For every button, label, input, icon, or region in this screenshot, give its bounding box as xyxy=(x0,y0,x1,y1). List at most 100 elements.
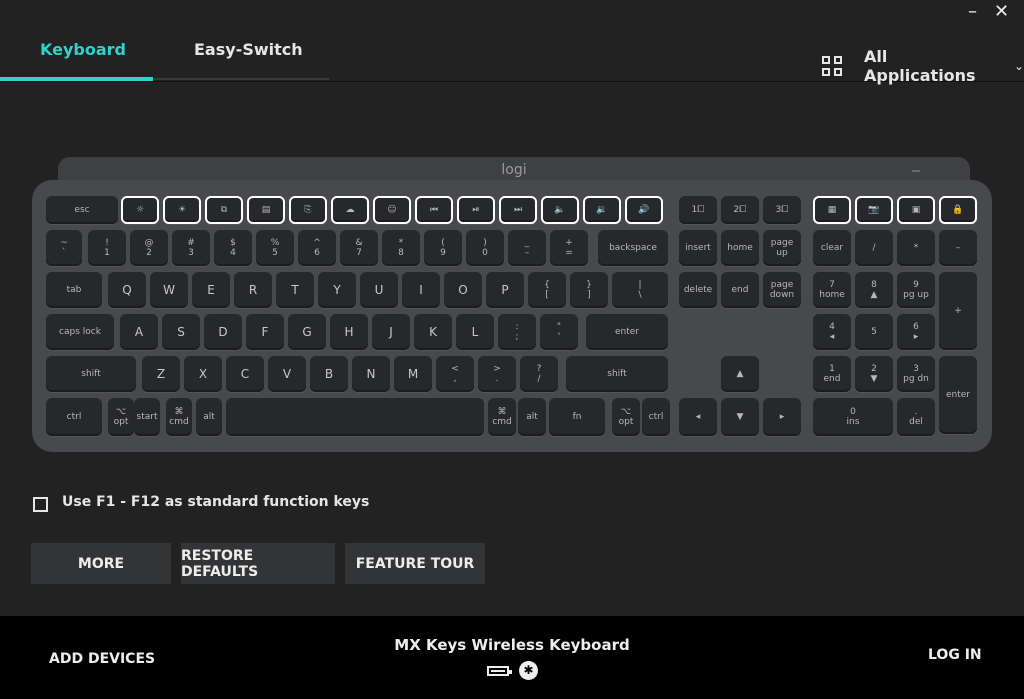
key[interactable]: ⌘ cmd xyxy=(488,398,516,436)
key[interactable]: 📷 xyxy=(855,196,893,224)
key[interactable]: B xyxy=(310,356,348,392)
key[interactable]: 5 xyxy=(855,314,893,350)
key[interactable]: 0 ins xyxy=(813,398,893,436)
key[interactable]: X xyxy=(184,356,222,392)
key[interactable]: page up xyxy=(763,230,801,266)
key[interactable]: @2 xyxy=(130,230,168,266)
key[interactable]: home xyxy=(721,230,759,266)
key[interactable]: end xyxy=(721,272,759,308)
key[interactable]: C xyxy=(226,356,264,392)
key[interactable]: 1 end xyxy=(813,356,851,392)
key[interactable]: 6 ▸ xyxy=(897,314,935,350)
key[interactable]: 🔊 xyxy=(625,196,663,224)
key[interactable]: U xyxy=(360,272,398,308)
key[interactable]: 2 ▼ xyxy=(855,356,893,392)
key[interactable]: 1⧠ xyxy=(679,196,717,224)
tab-keyboard[interactable]: Keyboard xyxy=(40,40,126,59)
key[interactable]: 3 pg dn xyxy=(897,356,935,392)
key[interactable]: 7 home xyxy=(813,272,851,308)
key[interactable]: W xyxy=(150,272,188,308)
key[interactable]: 3⧠ xyxy=(763,196,801,224)
key[interactable]: ⌘ cmd xyxy=(166,398,192,436)
key[interactable]: 9 pg up xyxy=(897,272,935,308)
key[interactable]: 4 ◂ xyxy=(813,314,851,350)
key[interactable]: ☁ xyxy=(331,196,369,224)
key[interactable]: ▼ xyxy=(721,398,759,436)
more-button[interactable]: MORE xyxy=(31,543,171,584)
key[interactable]: ^ 6 xyxy=(298,230,336,266)
applications-dropdown[interactable]: All Applications ⌄ xyxy=(822,47,1024,85)
key[interactable]: P xyxy=(486,272,524,308)
key[interactable]: E xyxy=(192,272,230,308)
key[interactable]: . del xyxy=(897,398,935,436)
key[interactable]: tab xyxy=(46,272,102,308)
key[interactable]: K xyxy=(414,314,452,350)
key[interactable]: ctrl xyxy=(46,398,102,436)
key[interactable]: fn xyxy=(549,398,605,436)
key[interactable]: esc xyxy=(46,196,118,224)
key[interactable]: / xyxy=(855,230,893,266)
key[interactable]: T xyxy=(276,272,314,308)
key[interactable]: L xyxy=(456,314,494,350)
key[interactable]: enter xyxy=(939,356,977,434)
key[interactable]: 🔒 xyxy=(939,196,977,224)
key[interactable]: + = xyxy=(550,230,588,266)
key[interactable]: shift xyxy=(46,356,136,392)
key[interactable]: insert xyxy=(679,230,717,266)
key[interactable]: start xyxy=(134,398,160,436)
key[interactable]: backspace xyxy=(598,230,668,266)
key[interactable]: ⏯ xyxy=(457,196,495,224)
key[interactable]: caps lock xyxy=(46,314,114,350)
log-in-button[interactable]: LOG IN xyxy=(928,647,982,663)
key[interactable]: S xyxy=(162,314,200,350)
key[interactable]: G xyxy=(288,314,326,350)
key[interactable]: * xyxy=(897,230,935,266)
key[interactable]: 🔉 xyxy=(583,196,621,224)
key[interactable]: Y xyxy=(318,272,356,308)
function-keys-checkbox[interactable] xyxy=(33,497,48,512)
key[interactable]: 2⧠ xyxy=(721,196,759,224)
key[interactable]: J xyxy=(372,314,410,350)
key[interactable]: ▲ xyxy=(721,356,759,392)
key[interactable]: ~ ` xyxy=(46,230,82,266)
key[interactable]: ⌥ opt xyxy=(108,398,134,436)
key[interactable]: ctrl xyxy=(642,398,670,436)
key[interactable]: I xyxy=(402,272,440,308)
key[interactable]: ⏮ xyxy=(415,196,453,224)
key[interactable]: ⌥ opt xyxy=(612,398,640,436)
key[interactable]: >. xyxy=(478,356,516,392)
key[interactable]: alt xyxy=(518,398,546,436)
key[interactable]: ▣ xyxy=(897,196,935,224)
key[interactable]: (9 xyxy=(424,230,462,266)
key[interactable]: O xyxy=(444,272,482,308)
key[interactable]: 🔈 xyxy=(541,196,579,224)
key[interactable]: alt xyxy=(196,398,222,436)
key[interactable]: _ – xyxy=(508,230,546,266)
key[interactable]: ☀ xyxy=(163,196,201,224)
key[interactable]: ▸ xyxy=(763,398,801,436)
key[interactable]: N xyxy=(352,356,390,392)
key[interactable]: ▦ xyxy=(813,196,851,224)
key[interactable]: :; xyxy=(498,314,536,350)
feature-tour-button[interactable]: FEATURE TOUR xyxy=(345,543,485,584)
key[interactable]: Q xyxy=(108,272,146,308)
key[interactable]: H xyxy=(330,314,368,350)
key[interactable]: * 8 xyxy=(382,230,420,266)
key[interactable]: M xyxy=(394,356,432,392)
key[interactable]: ⧉ xyxy=(205,196,243,224)
key[interactable]: $4 xyxy=(214,230,252,266)
key[interactable]: ? / xyxy=(520,356,558,392)
key[interactable]: % 5 xyxy=(256,230,294,266)
key[interactable]: delete xyxy=(679,272,717,308)
restore-defaults-button[interactable]: RESTORE DEFAULTS xyxy=(181,543,335,584)
key[interactable]: clear xyxy=(813,230,851,266)
key[interactable]: ☼ xyxy=(121,196,159,224)
tab-easy-switch[interactable]: Easy-Switch xyxy=(194,40,303,59)
key[interactable]: – xyxy=(939,230,977,266)
key[interactable]: V xyxy=(268,356,306,392)
key[interactable]: #3 xyxy=(172,230,210,266)
key[interactable]: F xyxy=(246,314,284,350)
key[interactable]: shift xyxy=(566,356,668,392)
key[interactable]: 8 ▲ xyxy=(855,272,893,308)
key[interactable]: + xyxy=(939,272,977,350)
